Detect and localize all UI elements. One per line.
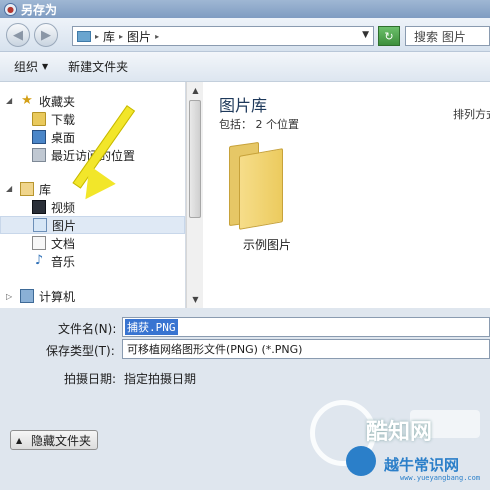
filename-input[interactable]: 捕获.PNG — [122, 317, 490, 337]
computer-icon — [20, 289, 34, 303]
chevron-up-icon: ▲ — [16, 435, 23, 445]
sidebar-label: 计算机 — [39, 289, 76, 304]
date-value-link[interactable]: 指定拍摄日期 — [124, 370, 196, 387]
filename-label: 文件名(N): — [58, 322, 117, 336]
type-label: 保存类型(T): — [46, 344, 115, 358]
window-titlebar: ● 另存为 — [0, 0, 490, 18]
picture-icon — [33, 218, 47, 232]
app-icon: ● — [4, 2, 17, 16]
sidebar-item-favorites[interactable]: ★ 收藏夹 — [20, 92, 75, 110]
sidebar-item-pictures[interactable]: 图片 — [0, 216, 185, 234]
watermark-url: www.yueyangbang.com — [400, 474, 481, 482]
star-icon: ★ — [21, 93, 33, 108]
hide-folders-label: 隐藏文件夹 — [31, 433, 92, 448]
breadcrumb-pictures[interactable]: 图片 — [127, 28, 151, 45]
library-subtitle[interactable]: 包括： 2 个位置 — [219, 116, 299, 132]
file-type-select[interactable]: 可移植网络图形文件(PNG) (*.PNG) — [122, 339, 490, 359]
sidebar-label: 桌面 — [51, 130, 76, 145]
collapse-icon[interactable]: ◢ — [6, 96, 12, 105]
watermark: 酷知网 越牛常识网 www.yueyangbang.com — [300, 392, 490, 490]
command-toolbar: 组织 ▼ 新建文件夹 — [0, 52, 490, 82]
site-logo-icon — [346, 446, 376, 476]
window-title: 另存为 — [21, 2, 58, 17]
sidebar-item-desktop[interactable]: 桌面 — [32, 128, 75, 146]
hide-folders-button[interactable]: ▲ 隐藏文件夹 — [10, 430, 99, 450]
library-icon — [20, 182, 34, 196]
arrange-by-dropdown[interactable]: 排列方式： — [453, 106, 490, 122]
folder-label: 示例图片 — [243, 238, 292, 252]
breadcrumb-library[interactable]: 库 — [103, 28, 115, 45]
back-arrow-icon[interactable]: ◀ — [6, 23, 30, 47]
sidebar-label: 视频 — [51, 200, 76, 215]
music-icon: ♪ — [34, 253, 44, 268]
sidebar-label: 收藏夹 — [39, 94, 76, 109]
refresh-icon[interactable]: ↻ — [378, 26, 400, 46]
organize-button[interactable]: 组织 ▼ — [0, 58, 58, 75]
sidebar-item-downloads[interactable]: 下载 — [32, 110, 75, 128]
folder-front-icon — [239, 148, 283, 230]
sidebar-label: 音乐 — [51, 254, 76, 269]
watermark-site: 越牛常识网 — [384, 456, 460, 474]
chevron-down-icon[interactable]: ▼ — [362, 30, 369, 40]
sidebar-item-computer[interactable]: 计算机 — [20, 287, 75, 305]
file-type-value: 可移植网络图形文件(PNG) (*.PNG) — [127, 343, 303, 356]
library-title: 图片库 — [219, 96, 268, 115]
sidebar-item-documents[interactable]: 文档 — [32, 234, 75, 252]
address-bar[interactable]: ▸ 库 ▸ 图片 ▸ ▼ — [72, 26, 374, 46]
collapse-icon[interactable]: ◢ — [6, 184, 12, 193]
search-placeholder: 搜索 图片 — [414, 29, 466, 44]
content-pane: 图片库 包括： 2 个位置 排列方式： 示例图片 — [203, 82, 490, 308]
sample-pictures-folder[interactable] — [225, 141, 287, 230]
sidebar-label: 文档 — [51, 236, 76, 251]
navigation-bar: ◀ ▶ ▸ 库 ▸ 图片 ▸ ▼ ↻ 搜索 图片 — [0, 18, 490, 52]
filename-value: 捕获.PNG — [125, 319, 178, 335]
scroll-thumb[interactable] — [189, 100, 201, 218]
scroll-down-icon[interactable]: ▼ — [188, 292, 203, 307]
document-icon — [32, 236, 46, 250]
breadcrumb-separator-icon: ▸ — [95, 31, 100, 41]
search-input[interactable]: 搜索 图片 — [405, 26, 490, 46]
scroll-up-icon[interactable]: ▲ — [188, 83, 203, 98]
recent-places-icon — [32, 148, 46, 162]
download-folder-icon — [32, 112, 46, 126]
sidebar-scrollbar[interactable]: ▲ ▼ — [186, 82, 203, 308]
forward-arrow-icon[interactable]: ▶ — [34, 23, 58, 47]
sidebar-label: 图片 — [52, 218, 77, 233]
sidebar-label: 下载 — [51, 112, 76, 127]
folder-icon — [77, 30, 91, 42]
sidebar-label: 库 — [39, 182, 52, 197]
organize-label: 组织 — [14, 60, 39, 74]
date-label: 拍摄日期: — [64, 372, 117, 386]
watermark-name: 酷知网 — [366, 420, 433, 445]
video-icon — [32, 200, 46, 214]
expand-icon[interactable]: ▷ — [6, 292, 12, 301]
sidebar-item-music[interactable]: ♪ 音乐 — [32, 252, 75, 270]
chevron-down-icon: ▼ — [42, 62, 49, 71]
breadcrumb-separator-icon: ▸ — [155, 31, 160, 41]
sidebar-item-libraries[interactable]: 库 — [20, 180, 51, 198]
new-folder-button[interactable]: 新建文件夹 — [58, 58, 138, 75]
sidebar-item-recent[interactable]: 最近访问的位置 — [32, 146, 135, 164]
new-folder-label: 新建文件夹 — [68, 60, 129, 74]
breadcrumb-separator-icon: ▸ — [119, 31, 124, 41]
sidebar-item-videos[interactable]: 视频 — [32, 198, 75, 216]
desktop-icon — [32, 130, 46, 144]
